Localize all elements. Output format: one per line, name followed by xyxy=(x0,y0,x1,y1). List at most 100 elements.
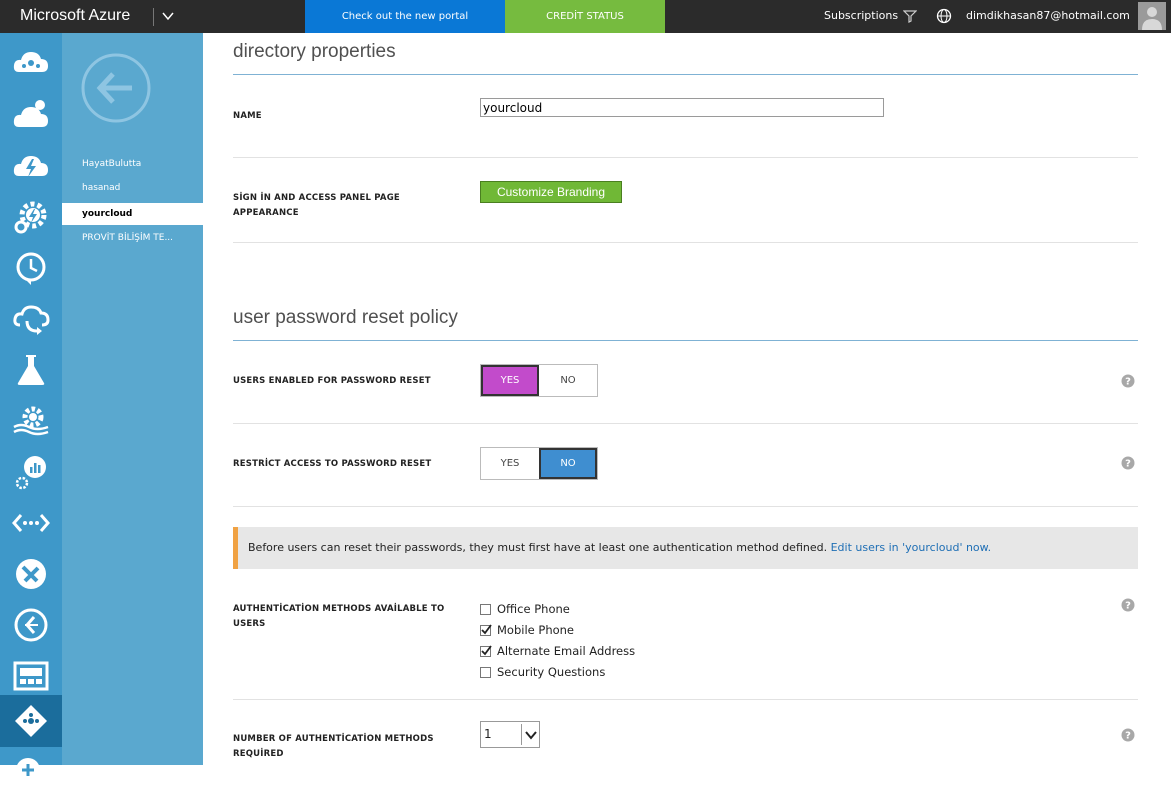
section-divider xyxy=(233,340,1138,341)
checkbox-label: Alternate Email Address xyxy=(497,644,636,658)
select-value: 1 xyxy=(484,727,492,741)
name-label: NAME xyxy=(233,111,262,121)
row-divider xyxy=(233,157,1138,158)
signin-appearance-label: SİGN İN AND ACCESS PANEL PAGE APPEARANCE xyxy=(233,193,400,218)
auth-methods-label: AUTHENTİCATİON METHODS AVAİLABLE TO USER… xyxy=(233,604,445,629)
rail-item-analytics[interactable] xyxy=(0,447,62,497)
restrict-access-label: RESTRİCT ACCESS TO PASSWORD RESET xyxy=(233,459,432,469)
subscriptions-link[interactable]: Subscriptions xyxy=(824,9,898,22)
checkbox-unchecked[interactable] xyxy=(480,666,491,678)
chevron-down-icon[interactable] xyxy=(521,724,539,745)
cloud-lightning-icon xyxy=(13,156,48,177)
rail-item-tools[interactable] xyxy=(0,549,62,599)
help-icon[interactable]: ? xyxy=(1121,374,1135,388)
svg-text:?: ? xyxy=(1125,731,1131,742)
main-content: directory properties NAME SİGN İN AND AC… xyxy=(203,33,1171,765)
auth-method-security-questions[interactable]: Security Questions xyxy=(480,663,605,681)
globe-icon[interactable] xyxy=(936,8,952,24)
gears-icon xyxy=(13,406,49,436)
rail-item-flask[interactable] xyxy=(0,345,62,395)
checkbox-label: Mobile Phone xyxy=(497,623,575,637)
checkbox-checked[interactable] xyxy=(480,644,492,657)
brand-title[interactable]: Microsoft Azure xyxy=(20,7,130,25)
users-enabled-toggle: YES NO xyxy=(480,364,598,397)
avatar[interactable] xyxy=(1138,2,1166,30)
rail-item-media[interactable] xyxy=(0,651,62,701)
row-divider xyxy=(233,506,1138,507)
notice-text: Before users can reset their passwords, … xyxy=(248,541,828,554)
num-methods-label: NUMBER OF AUTHENTİCATİON METHODS REQUİRE… xyxy=(233,734,434,759)
service-rail xyxy=(0,33,62,782)
row-divider xyxy=(233,242,1138,243)
media-icon xyxy=(13,661,49,691)
directory-name-input[interactable] xyxy=(480,98,884,117)
nav-item-hasanad[interactable]: hasanad xyxy=(62,177,203,199)
auth-method-notice: Before users can reset their passwords, … xyxy=(233,527,1138,569)
filter-icon[interactable] xyxy=(903,9,917,23)
user-icon xyxy=(1142,7,1162,30)
rail-item-cloud-services[interactable] xyxy=(0,90,62,140)
checkbox-unchecked[interactable] xyxy=(480,603,491,615)
rail-item-gears[interactable] xyxy=(0,396,62,446)
rail-item-remote[interactable] xyxy=(0,600,62,650)
checkmark-icon xyxy=(481,623,492,634)
svg-text:?: ? xyxy=(1125,601,1131,612)
restrict-access-toggle: YES NO xyxy=(480,447,598,480)
restrict-access-yes-option[interactable]: YES xyxy=(481,448,539,479)
top-bar: Microsoft Azure Check out the new portal… xyxy=(0,0,1171,33)
edit-users-link[interactable]: Edit users in 'yourcloud' now. xyxy=(831,541,992,554)
auth-method-mobile-phone[interactable]: Mobile Phone xyxy=(480,621,574,639)
add-icon xyxy=(16,758,47,782)
user-email[interactable]: dimdikhasan87@hotmail.com xyxy=(966,9,1130,22)
checkbox-label: Security Questions xyxy=(497,665,606,679)
directory-nav: HayatBulutta hasanad yourcloud PROVİT Bİ… xyxy=(62,33,203,765)
analytics-icon xyxy=(15,456,46,490)
help-icon[interactable]: ? xyxy=(1121,598,1135,612)
help-icon[interactable]: ? xyxy=(1121,728,1135,742)
auth-method-alternate-email[interactable]: Alternate Email Address xyxy=(480,642,635,660)
users-enabled-no-option[interactable]: NO xyxy=(539,365,597,396)
section-divider xyxy=(233,74,1138,75)
users-enabled-yes-option[interactable]: YES xyxy=(481,365,539,396)
section-title-password-reset: user password reset policy xyxy=(233,307,458,328)
rail-item-directory[interactable] xyxy=(0,695,62,747)
rail-item-code-arrows[interactable] xyxy=(0,498,62,548)
tools-icon xyxy=(16,559,46,589)
users-enabled-label: USERS ENABLED FOR PASSWORD RESET xyxy=(233,376,431,386)
cloud-sync-icon xyxy=(13,305,50,335)
auth-method-office-phone[interactable]: Office Phone xyxy=(480,600,570,618)
remote-icon xyxy=(14,608,48,642)
nav-item-yourcloud[interactable]: yourcloud xyxy=(62,203,203,225)
cloud-services-icon xyxy=(13,100,48,127)
back-arrow-icon[interactable] xyxy=(80,52,152,124)
flask-icon xyxy=(17,355,45,385)
customize-branding-button[interactable]: Customize Branding xyxy=(480,181,622,203)
credit-status-button[interactable]: CREDİT STATUS xyxy=(505,0,665,33)
cloud-network-icon xyxy=(13,52,48,72)
nav-item-hayatbulutta[interactable]: HayatBulutta xyxy=(62,153,203,175)
checkbox-label: Office Phone xyxy=(497,602,570,616)
num-methods-select[interactable]: 1 xyxy=(480,721,540,748)
rail-item-cloud-lightning[interactable] xyxy=(0,141,62,191)
rail-item-cloud-network[interactable] xyxy=(0,39,62,89)
directory-icon xyxy=(15,705,47,737)
code-arrows-icon xyxy=(12,514,50,532)
row-divider xyxy=(233,423,1138,424)
rail-item-clock[interactable] xyxy=(0,243,62,293)
checkbox-checked[interactable] xyxy=(480,623,492,636)
brand-separator xyxy=(153,8,154,26)
rail-item-cloud-sync[interactable] xyxy=(0,294,62,344)
restrict-access-no-option[interactable]: NO xyxy=(539,448,597,479)
chevron-down-icon[interactable] xyxy=(160,7,176,25)
section-title-directory: directory properties xyxy=(233,41,396,62)
help-icon[interactable]: ? xyxy=(1121,456,1135,470)
gear-lightning-icon xyxy=(14,201,47,234)
new-portal-button[interactable]: Check out the new portal xyxy=(305,0,505,33)
rail-item-add[interactable] xyxy=(0,745,62,795)
rail-item-gear-lightning[interactable] xyxy=(0,192,62,242)
checkmark-icon xyxy=(481,644,492,655)
nav-item-provit[interactable]: PROVİT BİLİŞİM TE... xyxy=(62,227,203,249)
svg-text:?: ? xyxy=(1125,459,1131,470)
svg-text:?: ? xyxy=(1125,377,1131,388)
clock-icon xyxy=(16,252,46,285)
